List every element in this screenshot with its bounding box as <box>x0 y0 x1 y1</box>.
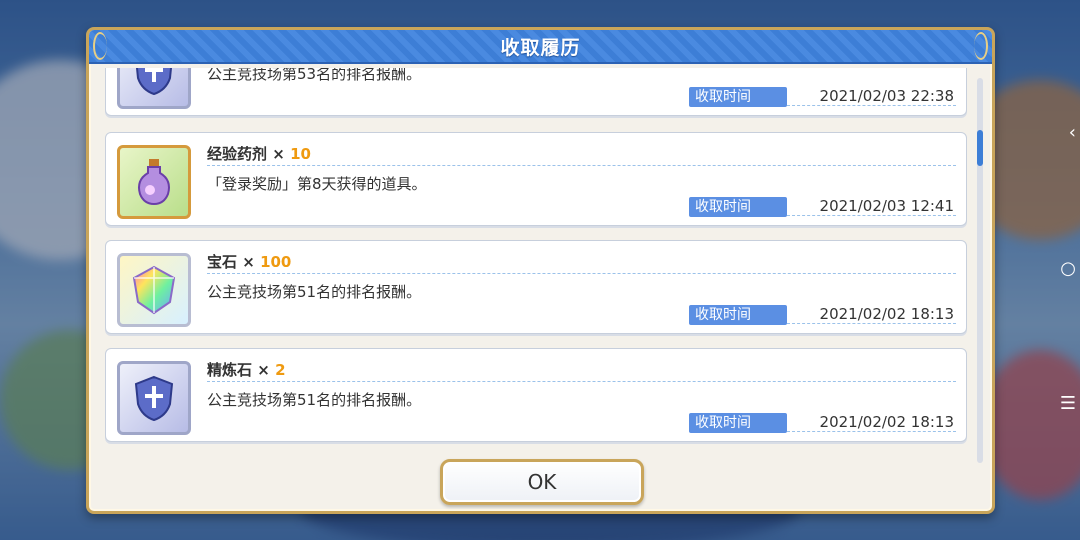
divider <box>787 323 956 324</box>
shield-icon <box>117 68 191 109</box>
received-time: 2021/02/02 18:13 <box>819 413 954 431</box>
potion-icon <box>117 145 191 219</box>
time-label: 收取时间 <box>689 413 787 433</box>
divider <box>207 381 956 382</box>
divider <box>787 105 956 106</box>
received-time: 2021/02/03 12:41 <box>819 197 954 215</box>
ok-button[interactable]: OK <box>440 459 644 505</box>
gem-icon <box>117 253 191 327</box>
shield-icon <box>117 361 191 435</box>
list-item: 宝石 × 100 公主竞技场第51名的排名报酬。 收取时间 2021/02/02… <box>105 240 967 334</box>
dialog-header: 收取履历 <box>89 30 992 64</box>
menu-icon[interactable]: ☰ <box>1060 393 1076 414</box>
divider <box>787 215 956 216</box>
item-name: 宝石 × 100 <box>207 253 292 271</box>
ornament-icon <box>93 32 107 60</box>
list-item: 经验药剂 × 10 「登录奖励」第8天获得的道具。 收取时间 2021/02/0… <box>105 132 967 226</box>
time-label: 收取时间 <box>689 87 787 107</box>
time-label: 收取时间 <box>689 305 787 325</box>
item-name: 精炼石 × 2 <box>207 361 286 379</box>
scrollbar-thumb[interactable] <box>977 130 983 166</box>
divider <box>207 165 956 166</box>
dialog-title: 收取履历 <box>500 36 581 59</box>
received-time: 2021/02/03 22:38 <box>819 87 954 105</box>
item-quantity: 100 <box>260 253 292 271</box>
ornament-icon <box>974 32 988 60</box>
item-name: 经验药剂 × 10 <box>207 145 311 163</box>
home-icon[interactable]: ○ <box>1060 258 1076 279</box>
item-description: 「登录奖励」第8天获得的道具。 <box>207 175 427 193</box>
item-quantity: 10 <box>290 145 311 163</box>
receipt-history-dialog: 收取履历 公主竞技场第53名的排名报酬。 收取时间 2021/02/03 22:… <box>86 27 995 514</box>
divider <box>207 273 956 274</box>
time-label: 收取时间 <box>689 197 787 217</box>
back-icon[interactable]: ‹ <box>1069 122 1076 143</box>
list-item: 公主竞技场第53名的排名报酬。 收取时间 2021/02/03 22:38 <box>105 68 967 116</box>
received-time: 2021/02/02 18:13 <box>819 305 954 323</box>
list-item: 精炼石 × 2 公主竞技场第51名的排名报酬。 收取时间 2021/02/02 … <box>105 348 967 442</box>
divider <box>787 431 956 432</box>
item-description: 公主竞技场第51名的排名报酬。 <box>207 391 422 409</box>
system-nav: ‹ ○ ☰ <box>1060 0 1080 540</box>
item-quantity: 2 <box>275 361 286 379</box>
history-list[interactable]: 公主竞技场第53名的排名报酬。 收取时间 2021/02/03 22:38 经验… <box>105 68 977 446</box>
item-description: 公主竞技场第51名的排名报酬。 <box>207 283 422 301</box>
scrollbar[interactable] <box>977 78 983 463</box>
item-description: 公主竞技场第53名的排名报酬。 <box>207 68 422 83</box>
